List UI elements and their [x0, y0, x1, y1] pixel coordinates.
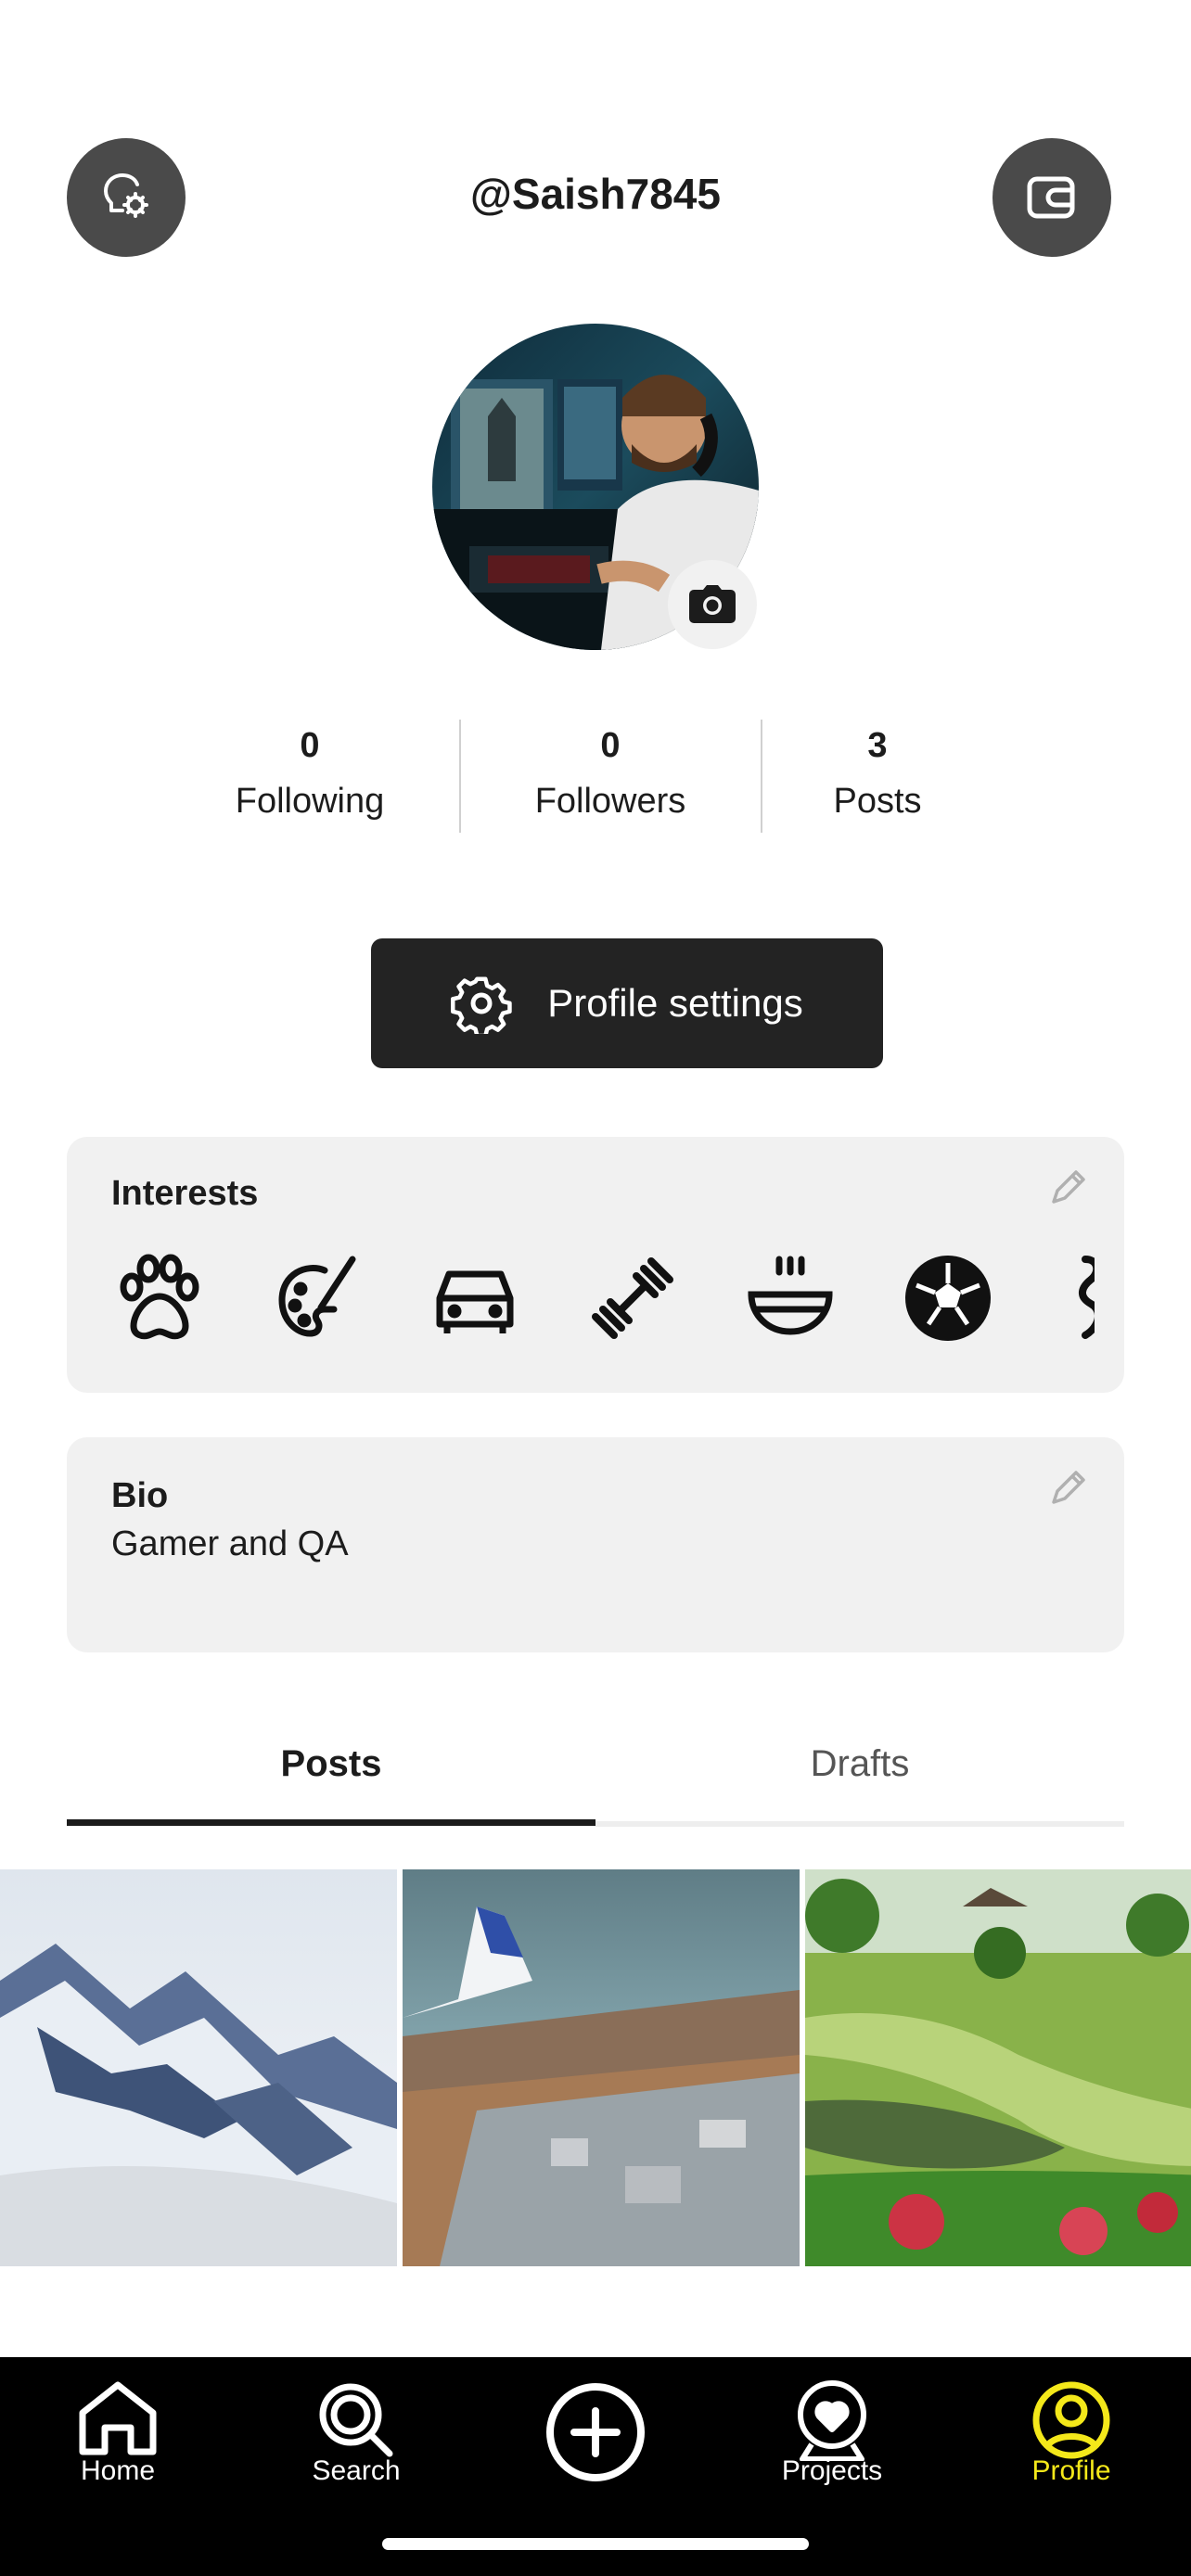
palette-icon[interactable] [269, 1250, 365, 1346]
bowl-icon[interactable] [742, 1250, 839, 1346]
profile-icon [1032, 2381, 1110, 2459]
wallet-button[interactable] [992, 138, 1111, 257]
camera-icon [689, 585, 736, 623]
add-icon [546, 2383, 645, 2481]
nav-profile-label: Profile [1031, 2455, 1111, 2486]
interests-title: Interests [111, 1174, 259, 1213]
following-stat[interactable]: 0 Following [198, 723, 421, 823]
dumbbell-icon[interactable] [584, 1250, 681, 1346]
nav-home-label: Home [80, 2455, 156, 2486]
bio-title: Bio [111, 1476, 169, 1515]
bio-text: Gamer and QA [111, 1524, 349, 1563]
followers-label: Followers [534, 782, 686, 821]
post-thumbnail[interactable] [0, 1869, 397, 2266]
profile-settings-label: Profile settings [547, 981, 803, 1025]
profile-settings-button[interactable]: Profile settings [371, 938, 883, 1068]
dance-icon[interactable] [1057, 1250, 1095, 1346]
home-icon [79, 2381, 157, 2455]
nav-home[interactable]: Home [25, 2357, 211, 2515]
following-count: 0 [300, 726, 320, 765]
interests-card: Interests [67, 1137, 1124, 1393]
nav-create-button[interactable] [503, 2357, 688, 2515]
posts-count: 3 [867, 726, 888, 765]
tab-posts[interactable]: Posts [67, 1743, 596, 1785]
nav-profile[interactable]: Profile [979, 2357, 1164, 2515]
nav-projects-label: Projects [781, 2455, 883, 2486]
followers-count: 0 [600, 726, 621, 765]
followers-stat[interactable]: 0 Followers [499, 723, 722, 823]
stat-divider [761, 720, 762, 833]
nav-projects[interactable]: Projects [739, 2357, 925, 2515]
home-indicator [382, 2538, 809, 2550]
stat-divider [459, 720, 461, 833]
post-thumbnail[interactable] [805, 1869, 1191, 2266]
nav-search-label: Search [312, 2455, 401, 2486]
car-icon[interactable] [427, 1250, 523, 1346]
bio-card: Bio Gamer and QA [67, 1437, 1124, 1652]
following-label: Following [235, 782, 385, 821]
edit-bio-icon[interactable] [1046, 1465, 1091, 1510]
tab-drafts[interactable]: Drafts [596, 1743, 1124, 1785]
gear-icon [451, 976, 512, 1034]
change-photo-button[interactable] [668, 560, 757, 649]
soccer-ball-icon[interactable] [900, 1250, 996, 1346]
paw-icon[interactable] [111, 1250, 208, 1346]
post-thumbnail[interactable] [403, 1869, 800, 2266]
posts-stat[interactable]: 3 Posts [766, 723, 989, 823]
edit-interests-icon[interactable] [1046, 1165, 1091, 1209]
posts-label: Posts [833, 782, 922, 821]
tab-active-indicator [67, 1819, 596, 1826]
wallet-icon [1027, 176, 1075, 219]
nav-search[interactable]: Search [263, 2357, 449, 2515]
projects-icon [798, 2380, 866, 2461]
interests-list [111, 1250, 1095, 1352]
search-icon [319, 2383, 393, 2457]
